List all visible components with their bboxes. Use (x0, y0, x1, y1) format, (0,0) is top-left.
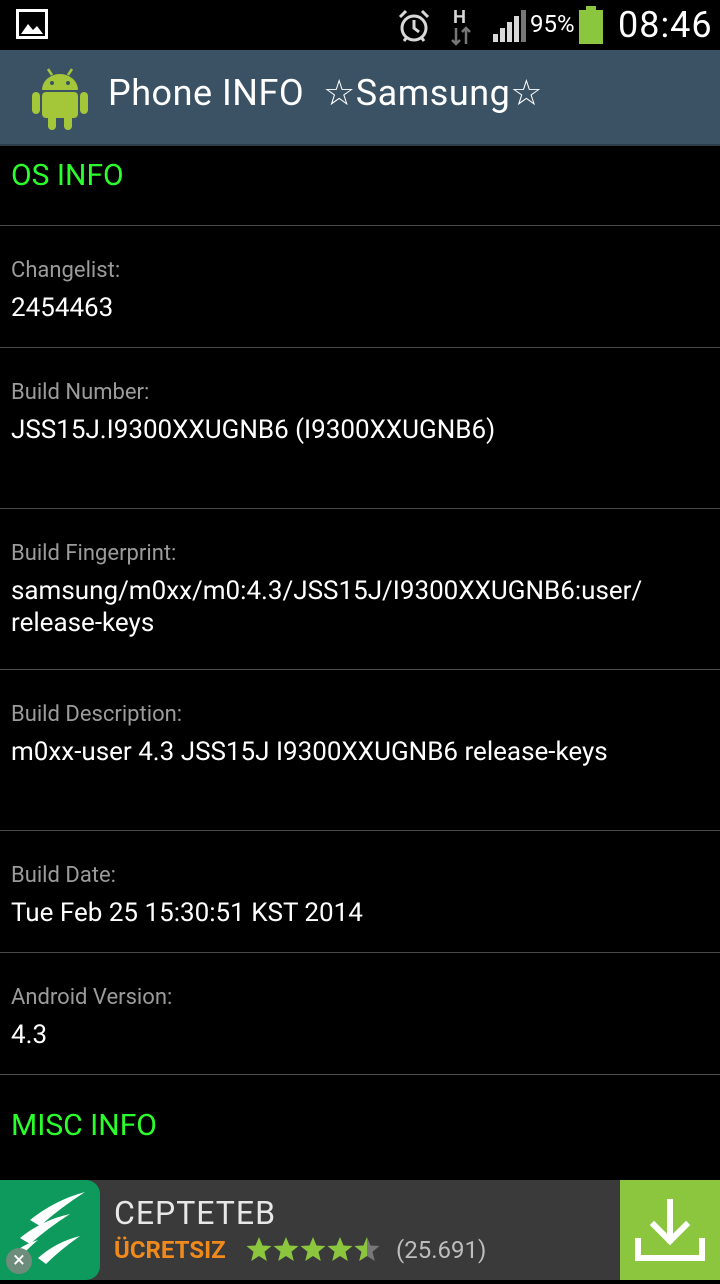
status-bar: H 95% 08:46 (0, 0, 720, 50)
row-label: Build Date: (11, 863, 116, 888)
row-value: Tue Feb 25 15:30:51 KST 2014 (11, 898, 363, 928)
clock: 08:46 (618, 4, 713, 46)
info-row-changelist[interactable]: Changelist: 2454463 (0, 225, 720, 347)
row-label: Changelist: (11, 258, 121, 283)
ad-app-name[interactable]: CEPTETEB (114, 1194, 276, 1232)
row-value: 2454463 (11, 293, 114, 323)
row-label: Build Description: (11, 702, 183, 727)
ad-price-label: ÜCRETSIZ (114, 1236, 226, 1264)
info-row-build-fingerprint[interactable]: Build Fingerprint: samsung/m0xx/m0:4.3/J… (0, 508, 720, 669)
section-header-misc-info: MISC INFO (0, 1074, 720, 1184)
ad-app-logo[interactable]: × (0, 1180, 100, 1280)
info-row-build-number[interactable]: Build Number: JSS15J.I9300XXUGNB6 (I9300… (0, 347, 720, 508)
row-value: samsung/m0xx/m0:4.3/JSS15J/I9300XXUGNB6:… (11, 576, 643, 638)
info-list[interactable]: OS INFO Changelist: 2454463 Build Number… (0, 146, 720, 1184)
ad-rating-stars-icon (246, 1237, 380, 1261)
row-label: Android Version: (11, 985, 173, 1010)
battery-icon (579, 6, 603, 44)
hspa-data-icon: H (451, 7, 471, 46)
app-title: Phone INFO ☆Samsung☆ (108, 72, 544, 114)
android-robot-icon[interactable] (30, 64, 90, 130)
ad-close-button[interactable]: × (6, 1248, 32, 1274)
gallery-icon (16, 9, 48, 39)
network-type-label: H (453, 7, 466, 27)
row-value: JSS15J.I9300XXUGNB6 (I9300XXUGNB6) (11, 415, 496, 445)
row-label: Build Number: (11, 380, 150, 405)
ad-rating-count: (25.691) (396, 1236, 487, 1264)
download-icon (635, 1199, 705, 1261)
alarm-icon (398, 9, 430, 42)
row-label: Build Fingerprint: (11, 541, 177, 566)
app-bar: Phone INFO ☆Samsung☆ (0, 50, 720, 146)
ad-download-button[interactable] (620, 1180, 720, 1280)
signal-icon (493, 10, 526, 42)
section-header-os-info: OS INFO (11, 158, 124, 193)
info-row-build-description[interactable]: Build Description: m0xx-user 4.3 JSS15J … (0, 669, 720, 830)
row-value: m0xx-user 4.3 JSS15J I9300XXUGNB6 releas… (11, 737, 608, 767)
ad-banner[interactable]: × CEPTETEB ÜCRETSIZ (25.691) (0, 1180, 720, 1280)
row-value: 4.3 (11, 1020, 48, 1050)
battery-percent: 95% (530, 10, 575, 38)
info-row-build-date[interactable]: Build Date: Tue Feb 25 15:30:51 KST 2014 (0, 830, 720, 952)
info-row-android-version[interactable]: Android Version: 4.3 (0, 952, 720, 1074)
